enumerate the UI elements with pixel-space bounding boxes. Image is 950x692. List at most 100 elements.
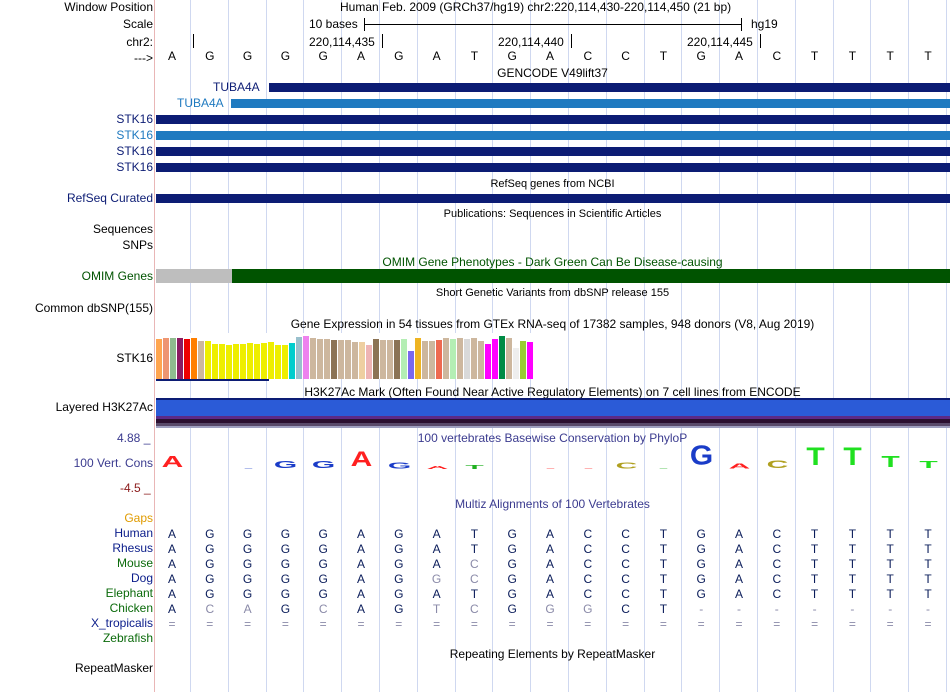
species-label-dog[interactable]: Dog <box>131 571 153 586</box>
refseq-track-title[interactable]: RefSeq genes from NCBI <box>155 178 950 190</box>
species-label-rhesus[interactable]: Rhesus <box>112 541 153 556</box>
gtex-tissue-bar[interactable] <box>338 340 344 379</box>
gtex-tissue-bar[interactable] <box>415 338 421 379</box>
species-label-elephant[interactable]: Elephant <box>106 586 153 601</box>
gtex-tissue-bar[interactable] <box>471 338 477 379</box>
gtex-tissue-bar[interactable] <box>198 341 204 379</box>
gtex-tissue-bar[interactable] <box>345 340 351 379</box>
gtex-tissue-bar[interactable] <box>310 338 316 379</box>
gtex-tissue-bar[interactable] <box>317 339 323 379</box>
gene-label-stk16-1[interactable]: STK16 <box>116 112 153 127</box>
gtex-tissue-bar[interactable] <box>450 339 456 379</box>
gtex-tissue-bar[interactable] <box>401 339 407 379</box>
gtex-tissue-bar[interactable] <box>359 342 365 379</box>
gtex-tissue-bar[interactable] <box>394 340 400 379</box>
gtex-tissue-bar[interactable] <box>254 344 260 379</box>
gtex-tissue-bar[interactable] <box>408 351 414 379</box>
gtex-tissue-bar[interactable] <box>478 341 484 379</box>
refseq-gene-bar[interactable] <box>156 194 950 203</box>
gene-bar-stk16-2[interactable] <box>156 131 950 140</box>
gtex-tissue-bar[interactable] <box>436 340 442 379</box>
gtex-tissue-bar[interactable] <box>373 339 379 379</box>
gtex-tissue-bar[interactable] <box>492 339 498 379</box>
gtex-tissue-bar[interactable] <box>506 338 512 379</box>
gtex-tissue-bar[interactable] <box>212 344 218 379</box>
gtex-tissue-bar[interactable] <box>219 344 225 379</box>
gtex-tissue-bar[interactable] <box>387 340 393 379</box>
gtex-tissue-bar[interactable] <box>513 348 519 379</box>
gtex-tissue-bar[interactable] <box>191 338 197 379</box>
gtex-tissue-bar[interactable] <box>275 345 281 379</box>
gtex-tissue-bar[interactable] <box>268 342 274 379</box>
gtex-tissue-bar[interactable] <box>226 345 232 379</box>
gtex-tissue-bar[interactable] <box>422 341 428 379</box>
gtex-tissue-bar[interactable] <box>464 339 470 379</box>
gaps-label[interactable]: Gaps <box>124 511 153 526</box>
species-label-chicken[interactable]: Chicken <box>110 601 153 616</box>
dbsnp-label[interactable]: Common dbSNP(155) <box>35 301 153 316</box>
multiz-track-title[interactable]: Multiz Alignments of 100 Vertebrates <box>155 497 950 511</box>
gtex-tissue-bar[interactable] <box>240 344 246 379</box>
gtex-tissue-bar[interactable] <box>324 339 330 379</box>
h3k27-track-title[interactable]: H3K27Ac Mark (Often Found Near Active Re… <box>155 385 950 399</box>
refseq-label[interactable]: RefSeq Curated <box>67 191 153 206</box>
species-label-mouse[interactable]: Mouse <box>117 556 153 571</box>
h3k27-label[interactable]: Layered H3K27Ac <box>56 400 153 415</box>
gtex-tissue-bar[interactable] <box>184 339 190 379</box>
gtex-tissue-bar[interactable] <box>303 336 309 379</box>
gtex-tissue-bar[interactable] <box>296 337 302 379</box>
gtex-tissue-bar[interactable] <box>156 339 162 379</box>
omim-label[interactable]: OMIM Genes <box>82 269 153 284</box>
species-label-human[interactable]: Human <box>114 526 153 541</box>
gtex-tissue-bar[interactable] <box>170 338 176 379</box>
gene-bar-tuba4a-2[interactable] <box>231 99 950 108</box>
gtex-track-title[interactable]: Gene Expression in 54 tissues from GTEx … <box>155 317 950 331</box>
repeat-track-title[interactable]: Repeating Elements by RepeatMasker <box>155 647 950 661</box>
gene-label-tuba4a-1[interactable]: TUBA4A <box>213 80 260 94</box>
gtex-tissue-bar[interactable] <box>177 338 183 379</box>
phylop-label[interactable]: 100 Vert. Cons <box>74 456 153 471</box>
gene-bar-tuba4a-1[interactable] <box>269 83 950 92</box>
phylop-track-title[interactable]: 100 vertebrates Basewise Conservation by… <box>155 431 950 445</box>
gtex-tissue-bar[interactable] <box>527 342 533 379</box>
omim-track-title[interactable]: OMIM Gene Phenotypes - Dark Green Can Be… <box>155 255 950 269</box>
alignment-base: C <box>583 557 593 571</box>
gtex-tissue-bar[interactable] <box>499 336 505 379</box>
gtex-tissue-bar[interactable] <box>457 338 463 379</box>
gtex-tissue-bar[interactable] <box>485 344 491 379</box>
omim-bar-gray[interactable] <box>156 269 232 283</box>
species-label-zebrafish[interactable]: Zebrafish <box>103 631 153 646</box>
gtex-tissue-bar[interactable] <box>366 345 372 379</box>
repeat-label[interactable]: RepeatMasker <box>75 661 153 676</box>
gencode-track-title[interactable]: GENCODE V49lift37 <box>155 66 950 80</box>
gtex-tissue-bar[interactable] <box>247 343 253 379</box>
pubs-track-title[interactable]: Publications: Sequences in Scientific Ar… <box>155 208 950 220</box>
gtex-tissue-bar[interactable] <box>331 340 337 379</box>
gtex-tissue-bar[interactable] <box>233 344 239 379</box>
omim-bar-green[interactable] <box>232 269 950 283</box>
h3k27-signal-layer-5[interactable] <box>156 426 950 428</box>
gtex-tissue-bar[interactable] <box>289 343 295 379</box>
gene-label-stk16-2[interactable]: STK16 <box>116 128 153 143</box>
species-label-x_tropicalis[interactable]: X_tropicalis <box>91 616 153 631</box>
gtex-tissue-bar[interactable] <box>282 345 288 379</box>
gtex-tissue-bar[interactable] <box>520 341 526 379</box>
gtex-tissue-bar[interactable] <box>443 338 449 379</box>
snps-label[interactable]: SNPs <box>122 238 153 253</box>
gtex-gene-label[interactable]: STK16 <box>116 351 153 366</box>
gtex-tissue-bar[interactable] <box>261 343 267 379</box>
gene-bar-stk16-4[interactable] <box>156 163 950 172</box>
gene-label-tuba4a-2[interactable]: TUBA4A <box>177 96 224 110</box>
gtex-tissue-bar[interactable] <box>205 341 211 379</box>
h3k27-signal-layer-1[interactable] <box>156 400 950 416</box>
gtex-tissue-bar[interactable] <box>352 342 358 379</box>
gtex-tissue-bar[interactable] <box>429 341 435 379</box>
sequences-label[interactable]: Sequences <box>93 222 153 237</box>
gene-bar-stk16-3[interactable] <box>156 147 950 156</box>
gene-bar-stk16-1[interactable] <box>156 115 950 124</box>
gtex-tissue-bar[interactable] <box>380 340 386 379</box>
gene-label-stk16-4[interactable]: STK16 <box>116 160 153 175</box>
gene-label-stk16-3[interactable]: STK16 <box>116 144 153 159</box>
gtex-tissue-bar[interactable] <box>163 338 169 379</box>
dbsnp-track-title[interactable]: Short Genetic Variants from dbSNP releas… <box>155 287 950 299</box>
